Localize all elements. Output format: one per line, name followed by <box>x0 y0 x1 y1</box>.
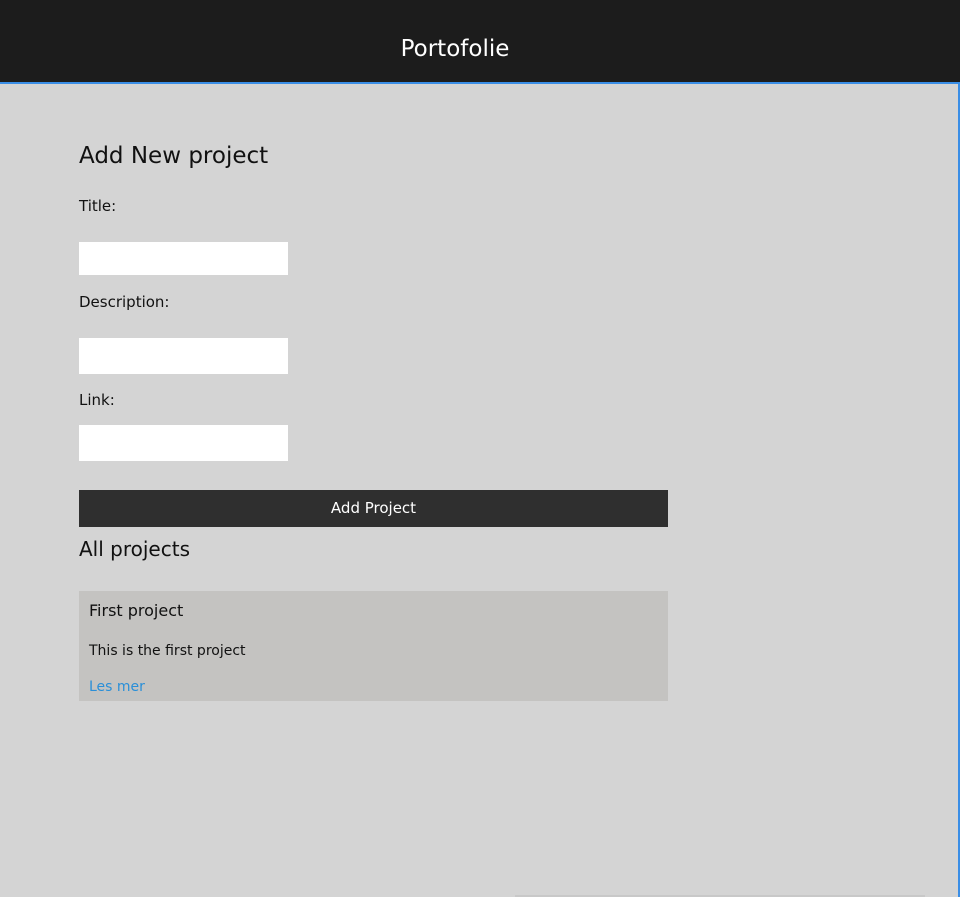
project-description: This is the first project <box>89 643 246 659</box>
app-header: Portofolie <box>0 0 960 84</box>
project-card: First project This is the first project … <box>79 591 668 701</box>
main-content: Add New project Title: Description: Link… <box>0 84 960 897</box>
app-title: Portofolie <box>400 36 510 62</box>
link-label: Link: <box>79 391 115 409</box>
add-project-button[interactable]: Add Project <box>79 490 668 527</box>
project-title: First project <box>89 601 184 620</box>
link-input[interactable] <box>79 425 288 461</box>
description-label: Description: <box>79 293 170 311</box>
read-more-link[interactable]: Les mer <box>89 677 145 697</box>
title-input[interactable] <box>79 242 288 275</box>
all-projects-title: All projects <box>79 537 190 561</box>
description-input[interactable] <box>79 338 288 374</box>
title-label: Title: <box>79 197 117 215</box>
form-title: Add New project <box>79 143 269 169</box>
